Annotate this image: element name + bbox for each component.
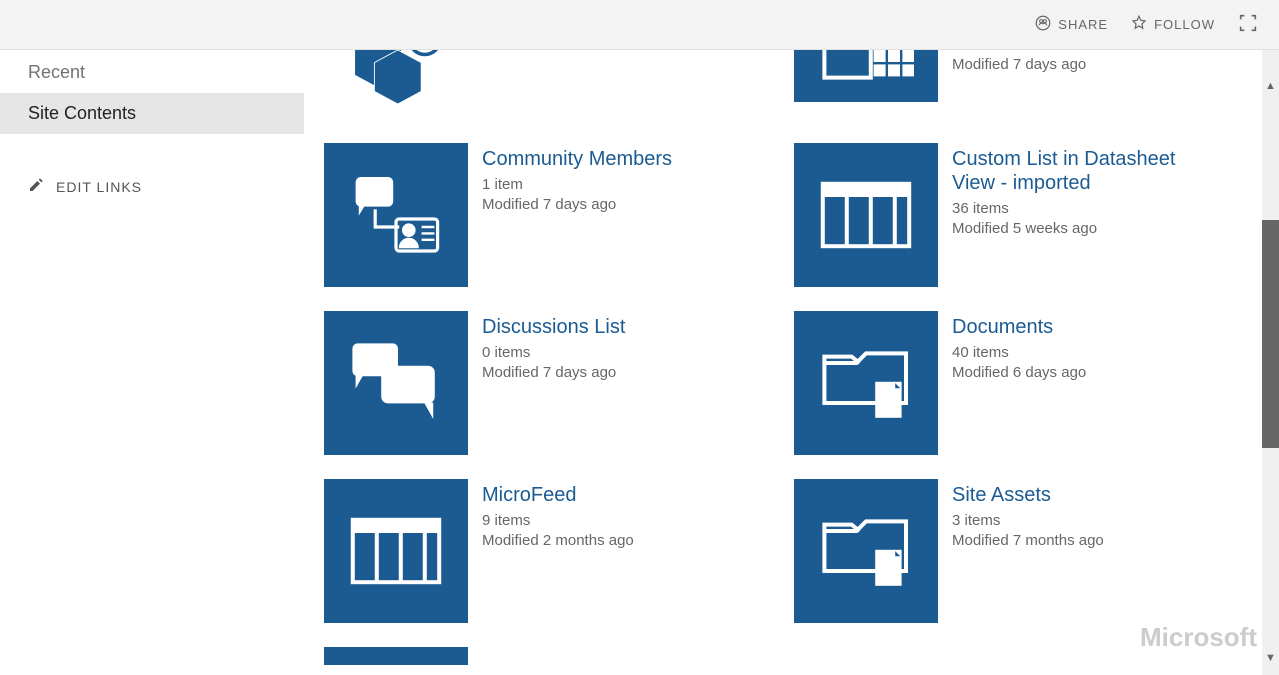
card-count: 1 item [482,175,672,195]
datasheet-icon [324,479,468,623]
card-modified: Modified 2 months ago [482,531,634,551]
card-title: Site Assets [952,483,1104,507]
members-icon [324,143,468,287]
site-content-card[interactable]: MicroFeed 9 itemsModified 2 months ago [324,479,794,623]
discussion-icon [324,311,468,455]
datasheet-icon [794,143,938,287]
focus-content-action[interactable] [1237,12,1259,37]
card-modified: Modified 5 weeks ago [952,219,1212,239]
card-modified: Modified 7 days ago [482,195,672,215]
card-count: 3 items [952,511,1104,531]
card-title: Custom List in Datasheet View - imported [952,147,1212,195]
content-area: add an app Modified 7 days ago Community… [304,50,1279,675]
site-content-card[interactable]: Community Members 1 itemModified 7 days a… [324,143,794,287]
card-count: 0 items [482,343,625,363]
folder-doc-icon [794,479,938,623]
share-action[interactable]: SHARE [1034,14,1108,35]
share-label: SHARE [1058,17,1108,32]
card-title: MicroFeed [482,483,634,507]
pencil-icon [28,177,44,196]
scroll-thumb[interactable] [1262,220,1279,448]
edit-links-label: EDIT LINKS [56,179,142,195]
scroll-up-arrow[interactable]: ▲ [1264,80,1277,93]
card-modified: Modified 6 days ago [952,363,1086,383]
star-icon [1130,14,1148,35]
add-an-app[interactable]: add an app [324,50,794,119]
partial-top-right-card[interactable]: Modified 7 days ago [794,50,1264,119]
site-content-card[interactable]: Custom List in Datasheet View - imported… [794,143,1264,287]
card-title: Community Members [482,147,672,171]
card-modified: Modified 7 days ago [482,363,625,383]
share-icon [1034,14,1052,35]
scrollbar[interactable]: ▲ ▼ [1262,50,1279,675]
card-count: 9 items [482,511,634,531]
partial-top-right-modified: Modified 7 days ago [952,55,1086,75]
site-content-card[interactable]: Documents 40 itemsModified 6 days ago [794,311,1264,455]
card-count: 40 items [952,343,1086,363]
card-count: 36 items [952,199,1212,219]
partial-bottom-card[interactable] [324,647,1264,665]
card-title: Discussions List [482,315,625,339]
follow-label: FOLLOW [1154,17,1215,32]
folder-doc-icon [794,311,938,455]
card-title: Documents [952,315,1086,339]
nav-recent[interactable]: Recent [0,52,304,93]
site-content-card[interactable]: Discussions List 0 itemsModified 7 days a… [324,311,794,455]
scroll-down-arrow[interactable]: ▼ [1264,652,1277,665]
card-modified: Modified 7 months ago [952,531,1104,551]
site-content-card[interactable]: Site Assets 3 itemsModified 7 months ago [794,479,1264,623]
edit-links[interactable]: EDIT LINKS [0,169,304,204]
side-nav: Recent Site Contents EDIT LINKS [0,50,304,675]
brand-label: Microsoft [1140,622,1257,653]
follow-action[interactable]: FOLLOW [1130,14,1215,35]
nav-site-contents[interactable]: Site Contents [0,93,304,134]
expand-icon [1237,12,1259,37]
